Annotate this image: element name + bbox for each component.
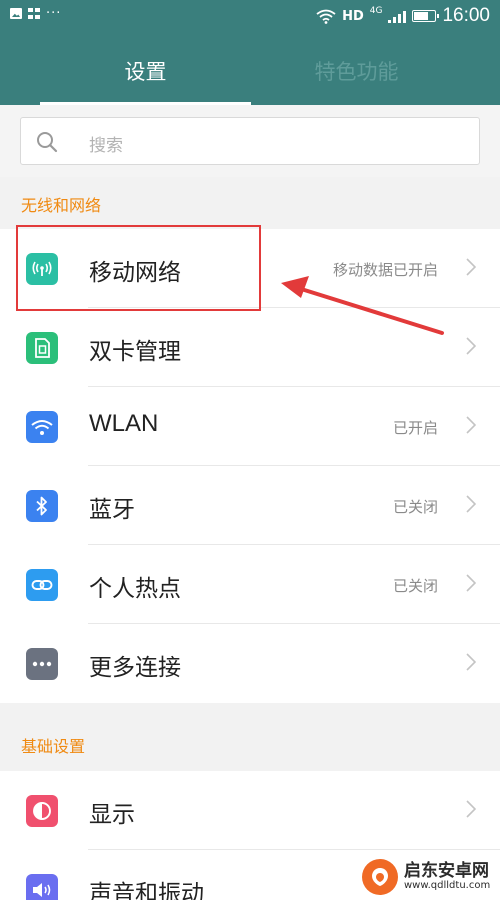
settings-item-value: 已关闭 xyxy=(392,577,438,595)
battery-icon xyxy=(412,10,440,22)
settings-item-label: 蓝牙 xyxy=(89,497,135,523)
settings-item-label: 双卡管理 xyxy=(89,339,181,365)
sound-icon xyxy=(26,874,58,900)
settings-item-dual-sim[interactable]: 双卡管理 xyxy=(0,308,500,387)
chevron-right-icon xyxy=(466,337,476,355)
watermark-url: www.qdlldtu.com xyxy=(404,879,491,891)
section-title-basic: 基础设置 xyxy=(21,737,86,756)
status-bar: ··· HD 4G 16:00 xyxy=(0,0,500,36)
chevron-right-icon xyxy=(466,653,476,671)
app-header: ··· HD 4G 16:00 设置 特色功能 xyxy=(0,0,500,105)
settings-item-bluetooth[interactable]: 蓝牙 已关闭 xyxy=(0,466,500,545)
tab-special-features[interactable]: 特色功能 xyxy=(251,36,462,105)
settings-item-more-connections[interactable]: 更多连接 xyxy=(0,624,500,703)
app-notification-icon xyxy=(28,8,40,19)
settings-item-display[interactable]: 显示 xyxy=(0,771,500,850)
search-area: 搜索 xyxy=(0,105,500,177)
notification-icons: ··· xyxy=(10,5,62,21)
chevron-right-icon xyxy=(466,495,476,513)
chevron-right-icon xyxy=(466,258,476,276)
watermark-title: 启东安卓网 xyxy=(404,860,489,881)
search-icon xyxy=(37,132,58,153)
hd-indicator: HD xyxy=(342,8,364,24)
settings-item-label: 显示 xyxy=(89,802,135,828)
chevron-right-icon xyxy=(466,574,476,592)
tab-bar: 设置 特色功能 xyxy=(0,36,500,105)
more-notifications-icon: ··· xyxy=(46,5,62,21)
settings-item-value: 已开启 xyxy=(392,419,438,437)
hotspot-link-icon xyxy=(26,569,58,601)
settings-item-label: 个人热点 xyxy=(89,576,181,602)
network-type: 4G xyxy=(369,6,383,16)
settings-item-value: 移动数据已开启 xyxy=(332,261,438,279)
annotation-highlight-box xyxy=(16,225,261,311)
chevron-right-icon xyxy=(466,416,476,434)
display-icon xyxy=(26,795,58,827)
section-title-wireless: 无线和网络 xyxy=(21,196,102,215)
search-placeholder: 搜索 xyxy=(89,136,123,156)
more-dots-icon xyxy=(26,648,58,680)
clock: 16:00 xyxy=(442,5,490,26)
bluetooth-icon xyxy=(26,490,58,522)
settings-item-wlan[interactable]: WLAN 已开启 xyxy=(0,387,500,466)
search-input[interactable]: 搜索 xyxy=(20,117,480,165)
signal-bars-icon xyxy=(388,10,407,23)
image-notification-icon xyxy=(10,8,22,19)
settings-item-hotspot[interactable]: 个人热点 已关闭 xyxy=(0,545,500,624)
sim-card-icon xyxy=(26,332,58,364)
settings-item-value: 已关闭 xyxy=(392,498,438,516)
wifi-status-icon xyxy=(316,9,336,24)
watermark-logo xyxy=(362,859,398,895)
settings-item-label: WLAN xyxy=(89,410,159,437)
settings-item-label: 更多连接 xyxy=(89,655,181,681)
watermark: 启东安卓网 www.qdlldtu.com xyxy=(362,854,500,900)
chevron-right-icon xyxy=(466,800,476,818)
status-icons: HD 4G 16:00 xyxy=(316,5,490,27)
settings-item-label: 声音和振动 xyxy=(89,881,204,900)
tab-settings[interactable]: 设置 xyxy=(40,36,251,105)
wifi-icon xyxy=(26,411,58,443)
